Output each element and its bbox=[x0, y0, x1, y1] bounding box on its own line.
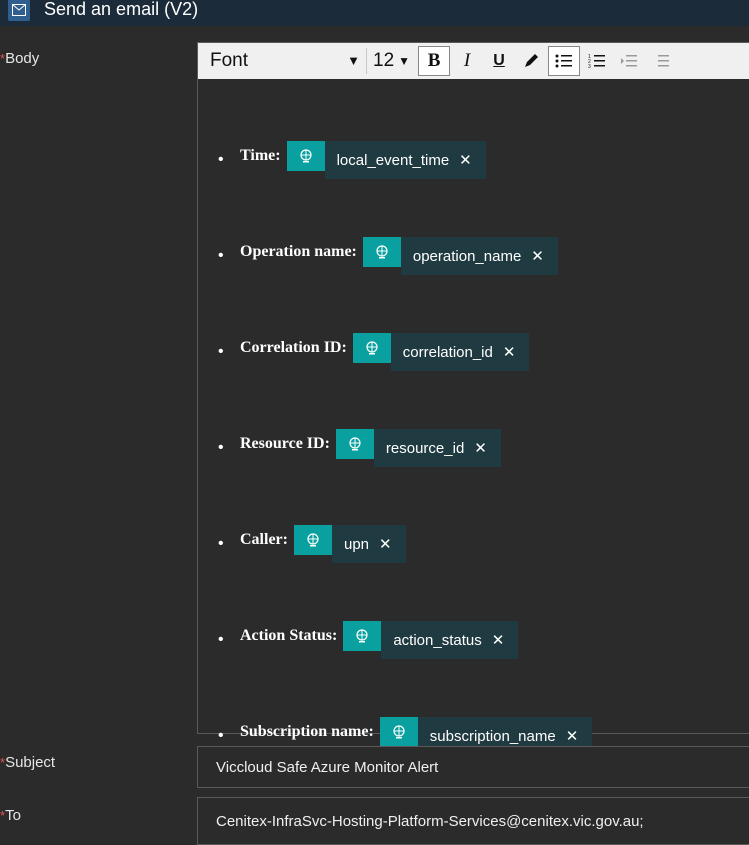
bold-button[interactable]: B bbox=[418, 46, 451, 76]
token-label: action_status bbox=[393, 631, 482, 649]
token-label: resource_id bbox=[385, 439, 465, 457]
increase-indent-icon[interactable] bbox=[646, 47, 676, 75]
list-item: • Resource ID: resource_id ✕ bbox=[218, 429, 501, 467]
action-title: Send an email (V2) bbox=[44, 0, 199, 19]
close-icon[interactable]: ✕ bbox=[459, 151, 472, 169]
formatting-toolbar: Font ▼ 12 ▼ B I U 123 bbox=[198, 43, 749, 79]
globe-icon bbox=[362, 237, 401, 267]
token-label: local_event_time bbox=[336, 151, 450, 169]
close-icon[interactable]: ✕ bbox=[379, 535, 392, 553]
font-dropdown[interactable]: Font ▼ bbox=[210, 50, 360, 72]
list-item: • Time: local_event_time ✕ bbox=[218, 141, 486, 179]
action-header[interactable]: Send an email (V2) bbox=[0, 0, 749, 26]
list-item: • Correlation ID: correlation_id ✕ bbox=[218, 333, 530, 371]
list-item: • Operation name: operation_name ✕ bbox=[218, 237, 558, 275]
field-label-text: Correlation ID: bbox=[240, 339, 347, 356]
field-label-text: Time: bbox=[240, 147, 281, 164]
close-icon[interactable]: ✕ bbox=[531, 247, 544, 265]
dynamic-content-token[interactable]: correlation_id ✕ bbox=[352, 333, 530, 371]
pen-icon[interactable] bbox=[516, 47, 546, 75]
italic-button[interactable]: I bbox=[452, 47, 482, 75]
globe-icon bbox=[343, 621, 382, 651]
dynamic-content-token[interactable]: operation_name ✕ bbox=[362, 237, 558, 275]
to-value: Cenitex-InfraSvc-Hosting-Platform-Servic… bbox=[216, 812, 644, 830]
to-label: *To bbox=[0, 807, 21, 824]
field-label-text: Operation name: bbox=[240, 243, 357, 260]
dynamic-content-token[interactable]: upn ✕ bbox=[293, 525, 406, 563]
to-input[interactable]: Cenitex-InfraSvc-Hosting-Platform-Servic… bbox=[197, 797, 749, 845]
font-size-dropdown[interactable]: 12 ▼ bbox=[373, 50, 410, 72]
token-label: subscription_name bbox=[429, 727, 556, 745]
subject-value: Viccloud Safe Azure Monitor Alert bbox=[216, 758, 439, 776]
globe-icon bbox=[379, 717, 418, 747]
field-label-text: Subscription name: bbox=[240, 723, 374, 740]
underline-button[interactable]: U bbox=[484, 47, 514, 75]
token-label: upn bbox=[343, 535, 370, 553]
field-label-text: Resource ID: bbox=[240, 435, 330, 452]
svg-text:3: 3 bbox=[588, 64, 591, 69]
token-label: correlation_id bbox=[402, 343, 493, 361]
globe-icon bbox=[293, 525, 332, 555]
chevron-down-icon: ▼ bbox=[347, 53, 360, 68]
dynamic-content-token[interactable]: local_event_time ✕ bbox=[286, 141, 486, 179]
close-icon[interactable]: ✕ bbox=[474, 439, 487, 457]
list-item: • Caller: upn ✕ bbox=[218, 525, 406, 563]
close-icon[interactable]: ✕ bbox=[492, 631, 505, 649]
list-item: • Action Status: action_status ✕ bbox=[218, 621, 519, 659]
field-label-text: Action Status: bbox=[240, 627, 338, 644]
subject-input[interactable]: Viccloud Safe Azure Monitor Alert bbox=[197, 746, 749, 788]
token-label: operation_name bbox=[412, 247, 522, 265]
decrease-indent-icon[interactable] bbox=[614, 47, 644, 75]
globe-icon bbox=[335, 429, 374, 459]
toolbar-divider bbox=[366, 48, 367, 74]
body-editor[interactable]: Font ▼ 12 ▼ B I U 123 • Time: local_even… bbox=[197, 42, 749, 755]
body-label: *Body bbox=[0, 50, 40, 67]
numbered-list-icon[interactable]: 123 bbox=[582, 47, 612, 75]
mail-icon bbox=[8, 0, 30, 21]
close-icon[interactable]: ✕ bbox=[503, 343, 516, 361]
dynamic-content-token[interactable]: action_status ✕ bbox=[343, 621, 519, 659]
chevron-down-icon: ▼ bbox=[398, 54, 411, 68]
globe-icon bbox=[352, 333, 391, 363]
field-label-text: Caller: bbox=[240, 531, 288, 548]
bullet-list-icon[interactable] bbox=[548, 46, 581, 76]
globe-icon bbox=[286, 141, 325, 171]
dynamic-content-token[interactable]: resource_id ✕ bbox=[335, 429, 501, 467]
close-icon[interactable]: ✕ bbox=[566, 727, 579, 745]
subject-label: *Subject bbox=[0, 754, 56, 771]
